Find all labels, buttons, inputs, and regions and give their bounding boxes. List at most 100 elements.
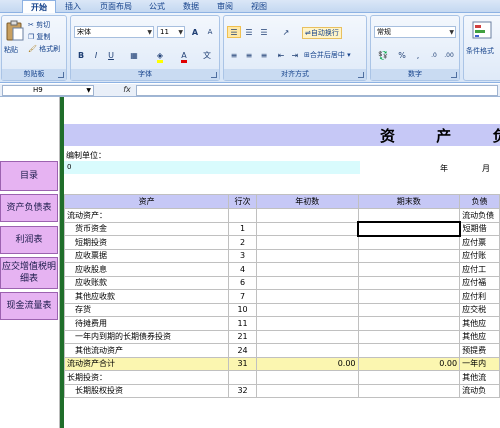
clipboard-launcher-icon[interactable] — [58, 72, 64, 78]
table-cell[interactable] — [255, 235, 359, 250]
table-cell[interactable] — [255, 329, 359, 344]
table-cell[interactable]: 其他应收款 — [63, 289, 230, 304]
table-cell[interactable]: 流动资产合计 — [63, 356, 230, 371]
tab-data[interactable]: 数据 — [178, 0, 204, 13]
align-top-button[interactable]: ☰ — [227, 26, 241, 38]
table-cell[interactable]: 3 — [228, 248, 257, 263]
tab-page-layout[interactable]: 页面布局 — [94, 0, 138, 13]
table-cell[interactable] — [255, 262, 359, 277]
grow-font-button[interactable]: A — [188, 26, 202, 38]
table-cell[interactable] — [357, 370, 461, 385]
table-cell[interactable] — [228, 370, 257, 385]
insert-function-button[interactable]: fx — [120, 85, 134, 96]
table-cell[interactable]: 应收股息 — [63, 262, 230, 277]
table-cell[interactable]: 11 — [228, 316, 257, 331]
align-middle-button[interactable]: ☰ — [242, 26, 256, 38]
increase-indent-button[interactable]: ⇥ — [288, 49, 302, 61]
font-size-combo[interactable]: 11 ▼ — [157, 26, 185, 38]
align-center-button[interactable]: ≡ — [242, 49, 256, 61]
align-bottom-button[interactable]: ☰ — [257, 26, 271, 38]
table-cell[interactable]: 货币资金 — [63, 221, 230, 236]
table-cell[interactable] — [357, 221, 461, 237]
tab-insert[interactable]: 插入 — [60, 0, 86, 13]
table-cell[interactable]: 2 — [228, 235, 257, 250]
table-cell[interactable] — [357, 302, 461, 317]
decrease-indent-button[interactable]: ⇤ — [274, 49, 288, 61]
table-cell[interactable]: 其他应 — [459, 316, 500, 331]
tab-formulas[interactable]: 公式 — [144, 0, 170, 13]
table-cell[interactable]: 应付票 — [459, 235, 500, 250]
table-cell[interactable]: 短期借 — [459, 221, 500, 236]
table-cell[interactable] — [357, 235, 461, 250]
table-cell[interactable] — [255, 316, 359, 331]
table-cell[interactable]: 应付账 — [459, 248, 500, 263]
table-cell[interactable]: 存货 — [63, 302, 230, 317]
shrink-font-button[interactable]: A — [203, 26, 217, 38]
table-cell[interactable] — [255, 370, 359, 385]
align-right-button[interactable]: ≡ — [257, 49, 271, 61]
table-cell[interactable]: 10 — [228, 302, 257, 317]
tab-review[interactable]: 审阅 — [212, 0, 238, 13]
table-cell[interactable] — [255, 343, 359, 358]
table-cell[interactable]: 应收票据 — [63, 248, 230, 263]
currency-button[interactable]: 💱 — [374, 49, 392, 61]
table-cell[interactable]: 其他流 — [459, 370, 500, 385]
table-cell[interactable] — [255, 248, 359, 263]
table-cell[interactable]: 短期投资 — [63, 235, 230, 250]
table-cell[interactable] — [255, 383, 359, 398]
table-cell[interactable]: 31 — [228, 356, 257, 371]
increase-decimal-button[interactable]: .0 — [427, 49, 441, 61]
format-painter-button[interactable]: 🖌 格式刷 — [28, 44, 60, 54]
table-cell[interactable]: 7 — [228, 289, 257, 304]
table-cell[interactable]: 其他流动资产 — [63, 343, 230, 358]
wrap-text-button[interactable]: ⇌自动换行 — [302, 27, 342, 39]
font-color-button[interactable]: A — [174, 49, 194, 63]
border-button[interactable]: ▦ — [123, 49, 145, 61]
conditional-format-icon[interactable] — [472, 20, 492, 42]
table-cell[interactable] — [255, 275, 359, 290]
table-cell[interactable] — [357, 316, 461, 331]
table-cell[interactable] — [255, 221, 359, 236]
decrease-decimal-button[interactable]: .00 — [442, 49, 456, 61]
nav-button-income-statement[interactable]: 利润表 — [0, 226, 58, 254]
table-cell[interactable]: 32 — [228, 383, 257, 398]
align-left-button[interactable]: ≡ — [227, 49, 241, 61]
table-cell[interactable]: 长期投资： — [63, 370, 230, 385]
table-cell[interactable]: 24 — [228, 343, 257, 358]
table-cell[interactable] — [357, 208, 461, 223]
number-launcher-icon[interactable] — [451, 72, 457, 78]
table-cell[interactable]: 4 — [228, 262, 257, 277]
table-cell[interactable] — [357, 289, 461, 304]
table-cell[interactable]: 流动负 — [459, 383, 500, 398]
table-cell[interactable]: 1 — [228, 221, 257, 236]
table-cell[interactable]: 流动负债 — [459, 208, 500, 223]
nav-button-cash-flow[interactable]: 现金流量表 — [0, 292, 58, 320]
table-cell[interactable]: 应付利 — [459, 289, 500, 304]
paste-button[interactable]: 粘贴 — [4, 45, 18, 55]
cut-button[interactable]: ✂ 剪切 — [28, 20, 50, 30]
table-cell[interactable]: 应交税 — [459, 302, 500, 317]
nav-button-balance-sheet[interactable]: 资产负债表 — [0, 194, 58, 222]
bold-button[interactable]: B — [74, 49, 88, 61]
table-cell[interactable] — [357, 329, 461, 344]
conditional-format-button[interactable]: 条件格式 — [466, 46, 494, 56]
table-cell[interactable]: 应付工 — [459, 262, 500, 277]
table-cell[interactable]: 0.00 — [255, 356, 359, 371]
table-cell[interactable] — [255, 208, 359, 223]
phonetic-button[interactable]: 文 — [197, 49, 217, 61]
unit-value[interactable]: 0 — [64, 161, 360, 174]
table-cell[interactable]: 应收账款 — [63, 275, 230, 290]
tab-view[interactable]: 视图 — [246, 0, 272, 13]
table-cell[interactable]: 预提费 — [459, 343, 500, 358]
table-cell[interactable]: 长期股权投资 — [63, 383, 230, 398]
name-box[interactable]: H9 ▼ — [2, 85, 94, 96]
table-cell[interactable] — [357, 248, 461, 263]
paste-icon[interactable] — [5, 20, 25, 42]
table-cell[interactable] — [255, 302, 359, 317]
table-cell[interactable]: 21 — [228, 329, 257, 344]
table-cell[interactable] — [357, 343, 461, 358]
tab-home[interactable]: 开始 — [22, 0, 56, 14]
nav-button-vat-detail[interactable]: 应交增值税明细表 — [0, 257, 58, 289]
table-cell[interactable] — [357, 383, 461, 398]
merge-center-button[interactable]: ⊞合并后居中 ▾ — [304, 50, 351, 60]
